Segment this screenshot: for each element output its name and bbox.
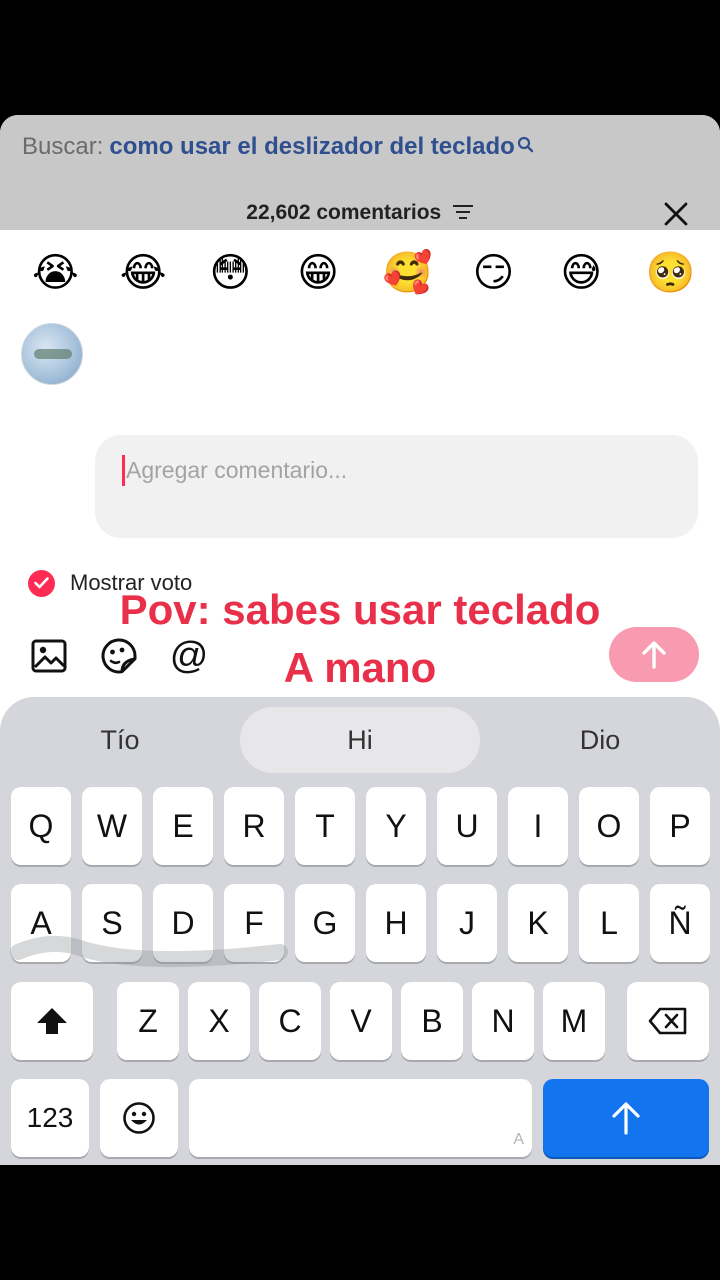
swipe-trail — [10, 935, 288, 968]
key[interactable]: R — [224, 787, 284, 865]
shift-icon — [37, 1008, 67, 1034]
key[interactable]: K — [508, 884, 568, 962]
emoji-button[interactable]: 🥺 — [646, 250, 696, 296]
numbers-key[interactable]: 123 — [11, 1079, 89, 1157]
prediction-item[interactable]: Tío — [0, 707, 240, 773]
emoji-button[interactable]: 😅 — [558, 250, 604, 296]
emoji-button[interactable]: 😭 — [32, 250, 79, 296]
key[interactable]: Q — [11, 787, 71, 865]
key[interactable]: J — [437, 884, 497, 962]
key[interactable]: L — [579, 884, 639, 962]
text-cursor — [122, 455, 125, 486]
key[interactable]: B — [401, 982, 463, 1060]
search-prefix: Buscar: — [22, 133, 104, 160]
key[interactable]: P — [650, 787, 710, 865]
prediction-bar: Tío Hi Dio — [0, 707, 720, 773]
comment-count: 22,602 comentarios — [246, 201, 442, 224]
space-key[interactable]: A — [189, 1079, 532, 1157]
key[interactable]: T — [295, 787, 355, 865]
key[interactable]: Ñ — [650, 884, 710, 962]
emoji-button[interactable]: 🥰 — [383, 250, 433, 296]
emoji-key[interactable] — [100, 1079, 178, 1157]
backspace-key[interactable] — [627, 982, 709, 1060]
key[interactable]: Y — [366, 787, 426, 865]
shift-key[interactable] — [11, 982, 93, 1060]
comments-screen: Buscar: como usar el deslizador del tecla… — [0, 115, 720, 1165]
key[interactable]: U — [437, 787, 497, 865]
backspace-icon — [648, 1007, 687, 1035]
key[interactable]: X — [188, 982, 250, 1060]
key[interactable]: Z — [117, 982, 179, 1060]
key[interactable]: N — [472, 982, 534, 1060]
comment-input-placeholder: Agregar comentario... — [126, 457, 348, 483]
key[interactable]: E — [153, 787, 213, 865]
emoji-icon — [123, 1102, 155, 1134]
key[interactable]: I — [508, 787, 568, 865]
emoji-button[interactable]: 😏 — [471, 250, 517, 296]
search-query[interactable]: como usar el deslizador del teclado — [109, 133, 514, 160]
key[interactable]: M — [543, 982, 605, 1060]
emoji-button[interactable]: 😂 — [120, 250, 167, 296]
comments-header: 22,602 comentarios — [0, 201, 720, 231]
prediction-item[interactable]: Dio — [480, 707, 720, 773]
comment-composer: 😭 😂 😳 😁 🥰 😏 😅 🥺 Agregar comentario... Mo… — [0, 230, 720, 1165]
return-key[interactable] — [543, 1079, 709, 1157]
key[interactable]: C — [259, 982, 321, 1060]
key[interactable]: O — [579, 787, 639, 865]
key[interactable]: V — [330, 982, 392, 1060]
overlay-caption-line1: Pov: sabes usar teclado — [119, 586, 601, 633]
emoji-button[interactable]: 😁 — [295, 250, 341, 296]
close-icon[interactable] — [662, 200, 690, 228]
key[interactable]: H — [366, 884, 426, 962]
overlay-caption-line2: A mano — [283, 644, 437, 691]
prediction-item[interactable]: Hi — [240, 707, 480, 773]
keyboard: Tío Hi Dio Q W E R T Y U I O P A S D F G… — [0, 697, 720, 1165]
emoji-button[interactable]: 😳 — [207, 250, 253, 296]
key[interactable]: G — [295, 884, 355, 962]
quick-emoji-row: 😭 😂 😳 😁 🥰 😏 😅 🥺 — [32, 250, 696, 300]
key[interactable]: W — [82, 787, 142, 865]
space-key-hint: A — [513, 1131, 524, 1148]
search-suggestion[interactable]: Buscar: como usar el deslizador del tecla… — [22, 133, 535, 161]
comment-input[interactable]: Agregar comentario... — [95, 435, 698, 538]
filter-icon[interactable] — [452, 204, 474, 225]
search-bar[interactable]: Buscar: como usar el deslizador del tecla… — [0, 115, 720, 230]
search-icon[interactable] — [517, 133, 535, 161]
arrow-up-icon — [612, 1102, 640, 1135]
avatar — [21, 323, 83, 385]
